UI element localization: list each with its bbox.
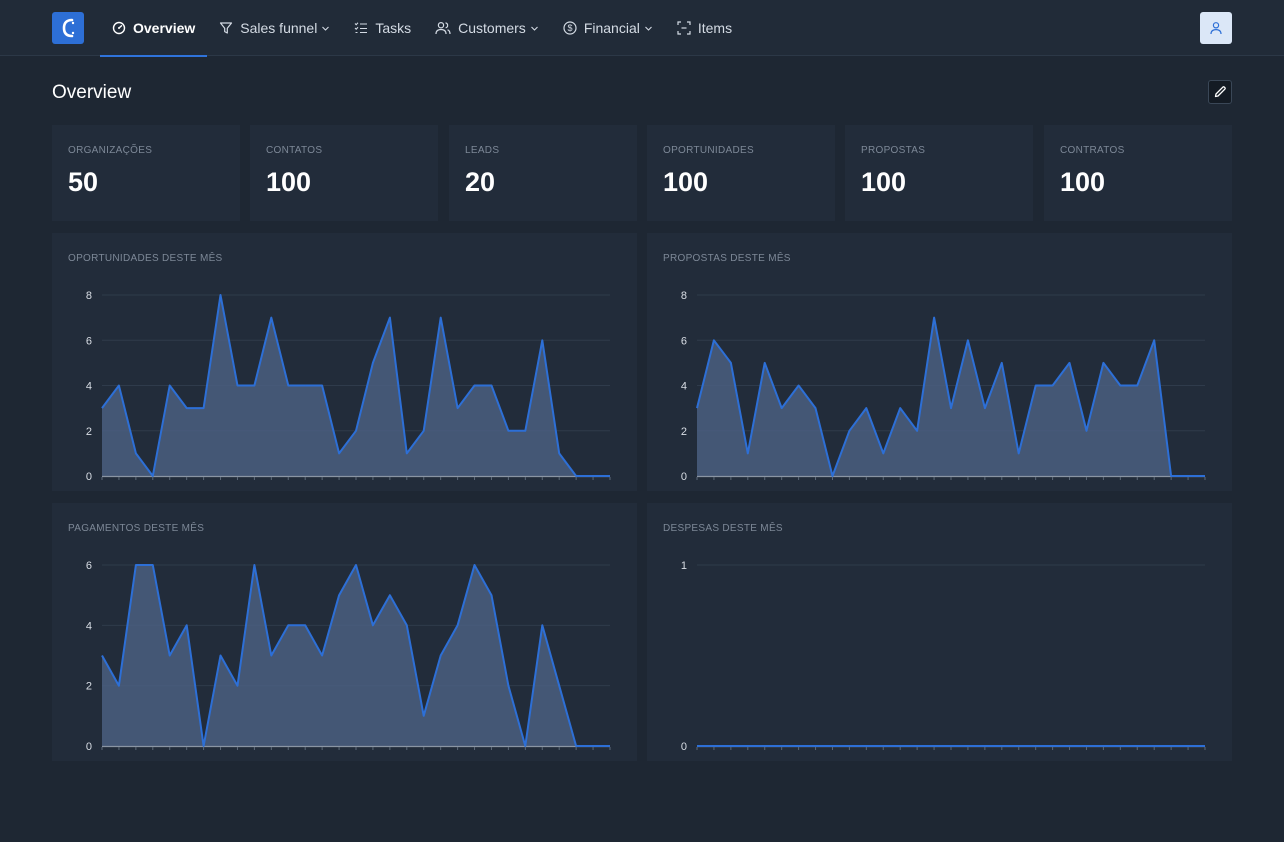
nav-item-label: Sales funnel [240,20,318,36]
nav-item-tasks[interactable]: Tasks [342,0,423,56]
nav-item-label: Items [697,20,733,36]
chart-panel-oportunidades: OPORTUNIDADES DESTE MÊS 02468 [52,233,637,491]
pencil-icon [1214,86,1226,98]
nav-item-financial[interactable]: $ Financial [551,0,665,56]
stat-label: ORGANIZAÇÕES [68,145,153,156]
main-nav: Overview Sales funnel Tasks Customers $ … [100,0,744,57]
nav-item-sales-funnel[interactable]: Sales funnel [207,0,342,56]
stat-label: CONTATOS [266,145,323,156]
area-fill [697,317,1205,476]
y-tick-label: 4 [86,620,92,632]
area-chart-pagamentos: 0 2 4 6 [86,560,611,753]
stat-label: LEADS [465,145,500,156]
y-tick-label: 0 [681,741,687,753]
y-tick-label: 2 [86,681,92,693]
y-tick-label: 0 [86,741,92,753]
nav-item-label: Tasks [375,20,412,36]
top-navigation-bar: Overview Sales funnel Tasks Customers $ … [0,0,1284,57]
svg-text:$: $ [567,23,572,33]
nav-item-label: Overview [133,20,196,36]
edit-dashboard-button[interactable] [1208,80,1232,104]
users-icon [435,21,451,35]
stat-card-oportunidades: OPORTUNIDADES 100 [647,125,835,221]
chart-panel-propostas: PROPOSTAS DESTE MÊS 02468 [647,233,1232,491]
stat-card-contratos: CONTRATOS 100 [1044,125,1232,221]
y-tick-label: 2 [681,426,687,438]
y-tick-label: 1 [681,560,687,572]
nav-item-items[interactable]: Items [665,0,744,56]
area-chart-despesas: 01 [681,560,1206,753]
dashboard-icon [112,21,126,35]
chevron-down-icon [644,26,652,31]
nav-item-overview[interactable]: Overview [100,0,208,57]
stat-card-propostas: PROPOSTAS 100 [845,125,1033,221]
y-tick-label: 4 [86,381,92,393]
chevron-down-icon [322,26,330,31]
checklist-icon [354,22,368,34]
stat-label: PROPOSTAS [861,145,926,156]
area-fill [102,565,610,746]
user-avatar-button[interactable] [1200,12,1232,44]
stat-label: CONTRATOS [1060,145,1125,156]
chart-panel-despesas: DESPESAS DESTE MÊS 01 [647,503,1232,761]
funnel-icon [220,22,233,34]
stat-card-contatos: CONTATOS 100 [250,125,438,221]
stat-value: 100 [266,167,312,197]
nav-item-customers[interactable]: Customers [423,0,551,56]
y-tick-label: 8 [681,290,687,302]
app-logo[interactable] [52,12,84,44]
y-tick-label: 6 [681,335,687,347]
stat-value: 50 [68,167,99,197]
user-icon [1210,22,1222,35]
y-tick-label: 6 [86,560,92,572]
y-tick-label: 2 [86,426,92,438]
stat-value: 100 [1060,167,1106,197]
area-chart-oportunidades: 0 2 4 6 8 [86,290,611,483]
stat-card-organizacoes: ORGANIZAÇÕES 50 [52,125,240,221]
y-tick-label: 0 [681,471,687,483]
y-tick-label: 8 [86,290,92,302]
page-title: Overview [52,82,132,103]
logo-c-icon [62,18,75,38]
dollar-circle-icon: $ [563,21,577,35]
nav-item-label: Financial [583,20,640,36]
y-tick-label: 0 [86,471,92,483]
stat-value: 100 [861,167,907,197]
area-chart-propostas: 0 2 4 6 8 [681,290,1206,483]
scan-box-icon [677,21,691,35]
stat-label: OPORTUNIDADES [663,145,754,156]
y-tick-label: 6 [86,335,92,347]
y-tick-label: 4 [681,381,687,393]
stat-value: 100 [663,167,709,197]
stat-value: 20 [465,167,496,197]
nav-item-label: Customers [458,20,526,36]
chevron-down-icon [530,26,538,31]
stat-card-leads: LEADS 20 [449,125,637,221]
chart-panel-pagamentos: PAGAMENTOS DESTE MÊS 0246 [52,503,637,761]
